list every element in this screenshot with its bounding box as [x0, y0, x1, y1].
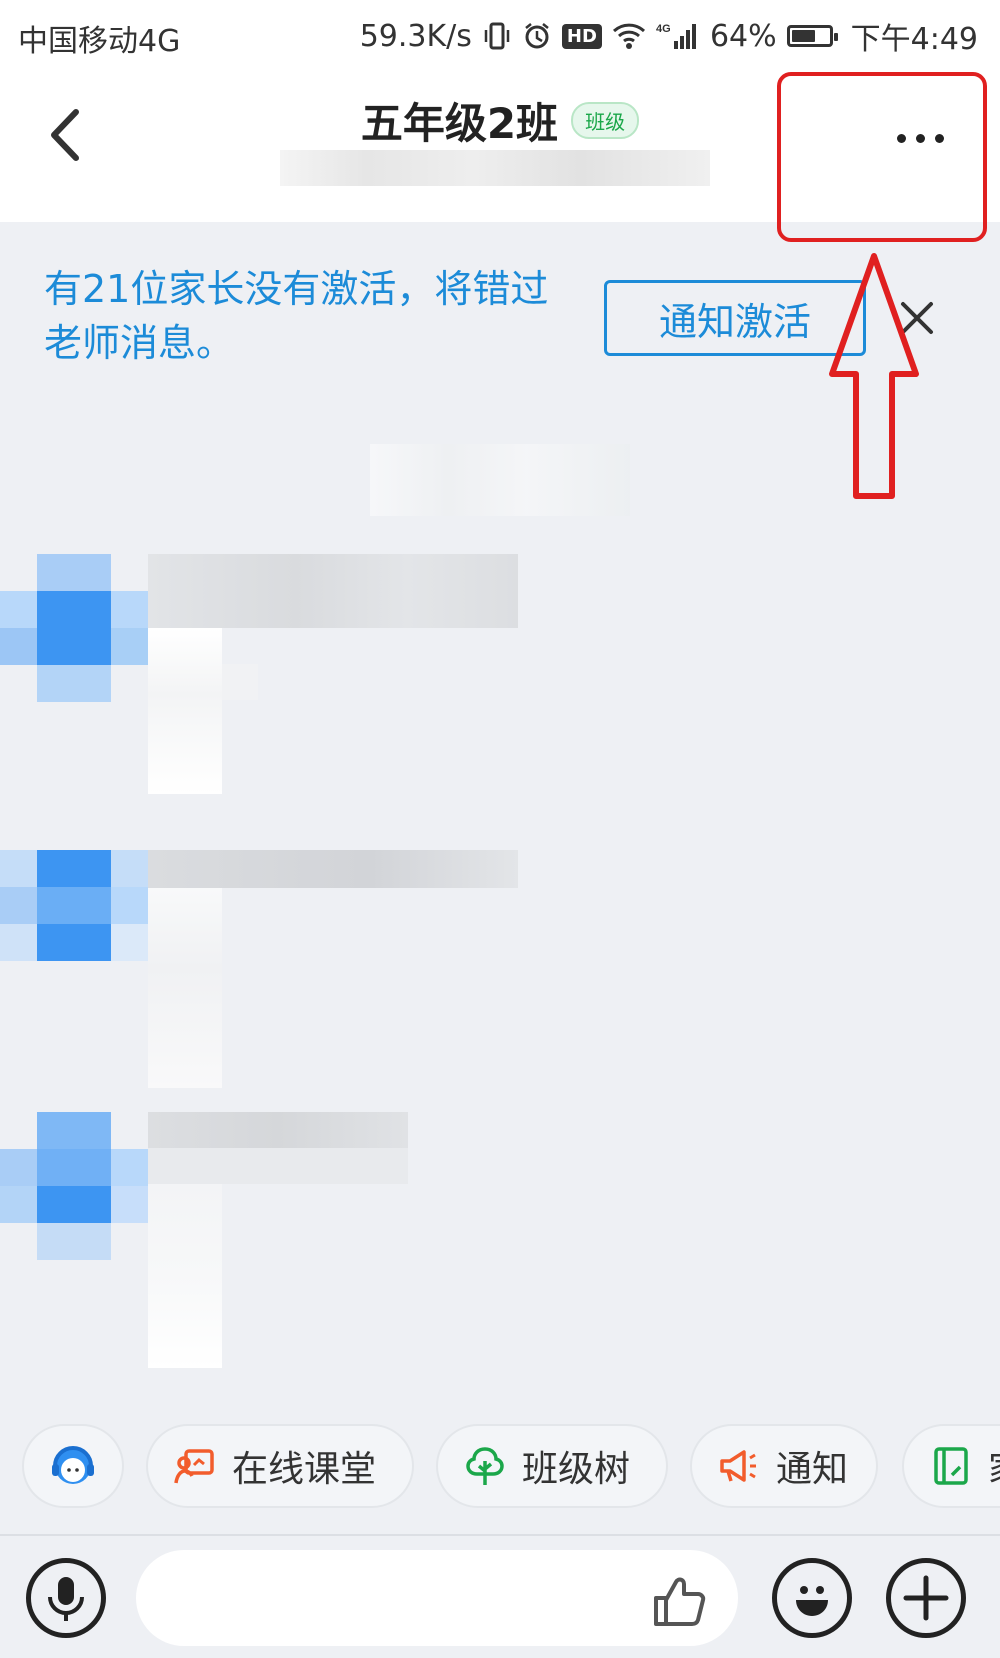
microphone-icon	[48, 1577, 84, 1621]
voice-button[interactable]	[26, 1558, 106, 1638]
quick-action-bar: 在线课堂 班级树 通知 家	[0, 1424, 1000, 1514]
wifi-icon	[612, 21, 646, 51]
svg-text:4G: 4G	[656, 23, 671, 35]
class-tree-chip[interactable]: 班级树	[436, 1424, 668, 1508]
plus-icon	[903, 1575, 949, 1621]
hd-icon: HD	[561, 23, 602, 49]
sender-name-blurred	[148, 554, 518, 628]
notification-label: 通知	[776, 1449, 849, 1490]
sender-name-blurred	[148, 1112, 408, 1148]
alarm-icon	[522, 21, 552, 51]
class-badge: 班级	[571, 102, 640, 139]
online-class-label: 在线课堂	[232, 1449, 377, 1490]
message-bubble-blurred	[148, 888, 222, 1088]
annotation-arrow-icon	[829, 253, 919, 499]
class-tree-icon	[466, 1447, 504, 1485]
homework-label: 家	[988, 1440, 1000, 1492]
homework-icon	[934, 1447, 968, 1485]
timestamp-blurred	[370, 444, 630, 516]
notification-chip[interactable]: 通知	[690, 1424, 878, 1508]
message-bubble-blurred	[148, 628, 222, 794]
avatar	[0, 1112, 148, 1260]
carrier-label: 中国移动4G	[18, 24, 181, 59]
activation-notice: 有21位家长没有激活，将错过老师消息。	[44, 267, 549, 365]
message-bubble-blurred	[148, 1148, 408, 1184]
vibrate-icon	[482, 21, 512, 51]
megaphone-icon	[720, 1450, 756, 1482]
customer-service-chip[interactable]	[22, 1424, 124, 1508]
avatar	[0, 554, 148, 702]
network-speed: 59.3K/s	[359, 18, 472, 54]
battery-fill	[791, 30, 815, 42]
thumbs-up-icon	[654, 1577, 706, 1626]
like-button[interactable]	[648, 1568, 712, 1632]
page-title: 五年级2班	[360, 99, 559, 148]
battery-percent: 64%	[709, 18, 777, 54]
battery-icon	[786, 25, 838, 47]
avatar	[0, 850, 148, 998]
smiley-icon	[796, 1586, 828, 1616]
chat-input-bar	[0, 1536, 1000, 1658]
message-bubble-blurred	[148, 1184, 222, 1368]
class-tree-label: 班级树	[522, 1449, 631, 1490]
clock: 下午4:49	[850, 22, 978, 57]
signal-icon: 4G	[656, 21, 700, 51]
annotation-highlight-box	[777, 72, 987, 242]
emoji-button[interactable]	[772, 1558, 852, 1638]
subtitle-blurred	[280, 150, 710, 186]
online-class-chip[interactable]: 在线课堂	[146, 1424, 414, 1508]
sender-name-blurred	[148, 850, 518, 888]
add-button[interactable]	[886, 1558, 966, 1638]
message-bubble-blurred	[222, 664, 258, 700]
notify-activate-button[interactable]: 通知激活	[604, 280, 866, 356]
status-bar: 中国移动4G 59.3K/s HD 4G 64% 下午4:49	[0, 0, 1000, 70]
online-class-icon	[174, 1449, 214, 1484]
homework-chip[interactable]: 家	[902, 1424, 1000, 1508]
customer-service-icon	[52, 1446, 94, 1484]
status-icons: 59.3K/s HD 4G 64% 下午4:49	[360, 14, 978, 58]
